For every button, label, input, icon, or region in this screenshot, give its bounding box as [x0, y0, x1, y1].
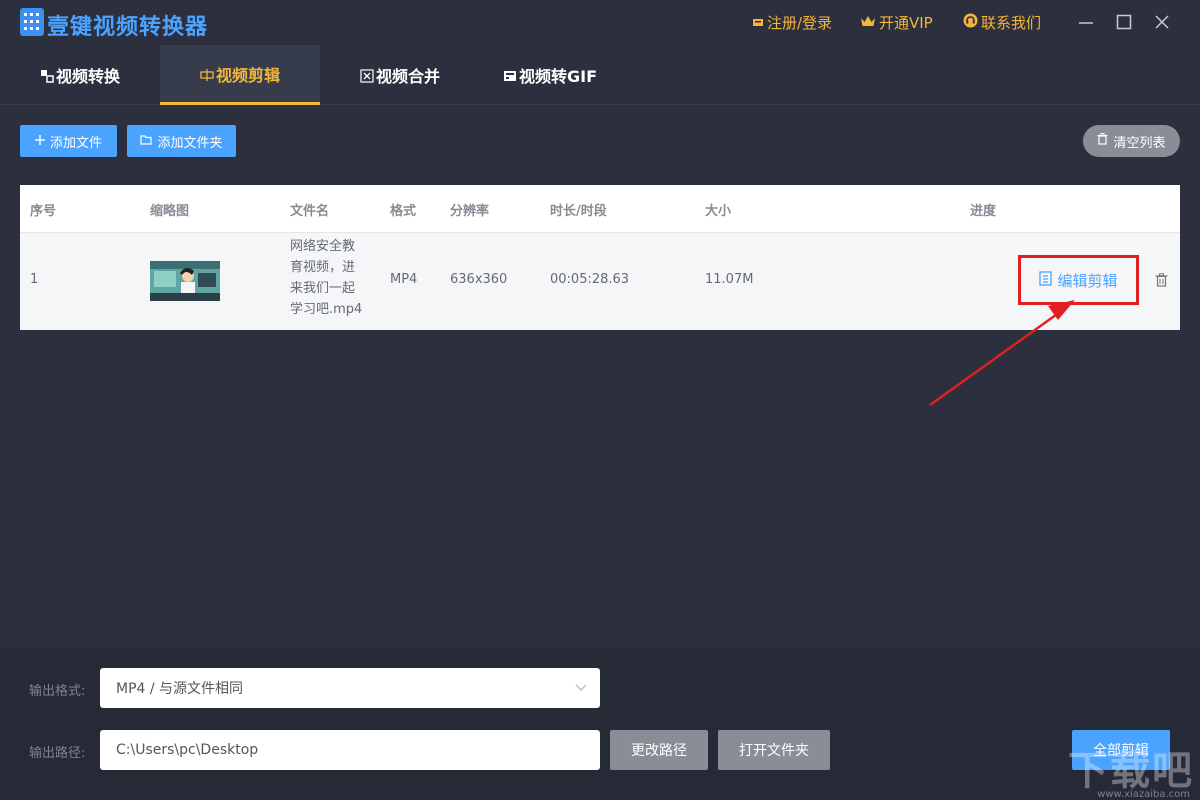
tab-video-clip[interactable]: 视频剪辑 — [160, 45, 320, 105]
add-file-label: 添加文件 — [49, 135, 102, 151]
clip-icon — [200, 67, 214, 81]
output-path-input[interactable] — [100, 730, 600, 770]
change-path-button[interactable]: 更改路径 — [610, 730, 708, 770]
maximize-button[interactable] — [1114, 12, 1134, 32]
output-format-select[interactable]: MP4 / 与源文件相同 — [100, 668, 600, 708]
table-header: 序号 缩略图 文件名 格式 分辨率 时长/时段 大小 进度 — [20, 185, 1180, 233]
open-vip-link[interactable]: 开通VIP — [860, 12, 933, 33]
clear-list-label: 清空列表 — [1113, 135, 1166, 151]
clear-list-button[interactable]: 清空列表 — [1083, 125, 1180, 157]
title-bar: 壹键视频转换器 注册/登录 开通VIP 联系我们 — [0, 0, 1200, 45]
crown-icon — [860, 14, 876, 32]
register-login-link[interactable]: 注册/登录 — [752, 12, 832, 33]
minimize-button[interactable] — [1076, 12, 1096, 32]
merge-icon — [360, 68, 374, 83]
tab-label: 视频转换 — [55, 67, 120, 86]
watermark-logo: 下载吧 — [1068, 748, 1194, 794]
row-duration: 00:05:28.63 — [550, 272, 630, 287]
output-format-label: 输出格式: — [29, 684, 86, 699]
app-logo-icon — [20, 8, 44, 36]
row-resolution: 636x360 — [450, 272, 508, 287]
filename-line: 学习吧.mp4 — [290, 302, 363, 317]
col-size: 大小 — [705, 204, 732, 219]
row-filename: 网络安全教 育视频，进 来我们一起 学习吧.mp4 — [290, 236, 370, 320]
filename-line: 来我们一起 — [290, 281, 356, 296]
delete-row-button[interactable] — [1155, 272, 1168, 291]
convert-icon — [40, 68, 54, 83]
headset-icon — [963, 13, 978, 32]
watermark-url: www.xiazaiba.com — [1097, 789, 1190, 800]
file-table: 序号 缩略图 文件名 格式 分辨率 时长/时段 大小 进度 1 网络安全教 育视… — [20, 185, 1180, 330]
col-filename: 文件名 — [290, 204, 330, 219]
gif-icon — [503, 68, 517, 82]
trash-icon — [1097, 133, 1108, 149]
tab-label: 视频转GIF — [518, 67, 598, 86]
col-index: 序号 — [30, 204, 57, 219]
tab-video-convert[interactable]: 视频转换 — [0, 45, 160, 105]
open-vip-label: 开通VIP — [879, 14, 933, 32]
output-path-label: 输出路径: — [29, 746, 86, 761]
tab-bar: 视频转换 视频剪辑 视频合并 视频转GIF — [0, 45, 1200, 105]
add-folder-label: 添加文件夹 — [157, 135, 223, 151]
video-thumbnail — [150, 261, 220, 301]
trash-icon — [1155, 273, 1168, 287]
col-progress: 进度 — [970, 204, 997, 219]
add-file-button[interactable]: 添加文件 — [20, 125, 117, 157]
app-title: 壹键视频转换器 — [47, 15, 209, 40]
col-resolution: 分辨率 — [450, 204, 490, 219]
row-index: 1 — [30, 272, 39, 287]
close-icon — [1155, 15, 1169, 29]
tab-video-merge[interactable]: 视频合并 — [320, 45, 480, 105]
register-login-label: 注册/登录 — [767, 14, 833, 32]
output-settings-panel: 输出格式: MP4 / 与源文件相同 输出路径: 更改路径 打开文件夹 全部剪辑… — [0, 648, 1200, 800]
filename-line: 育视频，进 — [290, 260, 356, 275]
maximize-icon — [1116, 14, 1132, 30]
contact-us-label: 联系我们 — [981, 14, 1042, 32]
tab-video-to-gif[interactable]: 视频转GIF — [470, 45, 630, 105]
row-format: MP4 — [390, 272, 418, 287]
plus-icon — [34, 134, 45, 149]
document-edit-icon — [1039, 270, 1053, 290]
output-format-value: MP4 / 与源文件相同 — [116, 681, 244, 697]
col-format: 格式 — [390, 204, 417, 219]
minimize-icon — [1079, 22, 1093, 24]
add-folder-button[interactable]: 添加文件夹 — [127, 125, 236, 157]
contact-us-link[interactable]: 联系我们 — [963, 12, 1041, 33]
col-thumbnail: 缩略图 — [150, 204, 190, 219]
folder-icon — [140, 134, 153, 149]
row-size: 11.07M — [705, 272, 754, 287]
filename-line: 网络安全教 — [290, 239, 356, 254]
tab-label: 视频合并 — [375, 67, 440, 86]
chevron-down-icon — [575, 684, 587, 691]
user-card-icon — [752, 14, 764, 32]
tab-label: 视频剪辑 — [215, 65, 280, 85]
open-folder-button[interactable]: 打开文件夹 — [718, 730, 830, 770]
close-button[interactable] — [1152, 12, 1172, 32]
edit-clip-button[interactable]: 编辑剪辑 — [1018, 255, 1139, 305]
col-duration: 时长/时段 — [550, 204, 607, 219]
edit-clip-label: 编辑剪辑 — [1057, 271, 1118, 290]
